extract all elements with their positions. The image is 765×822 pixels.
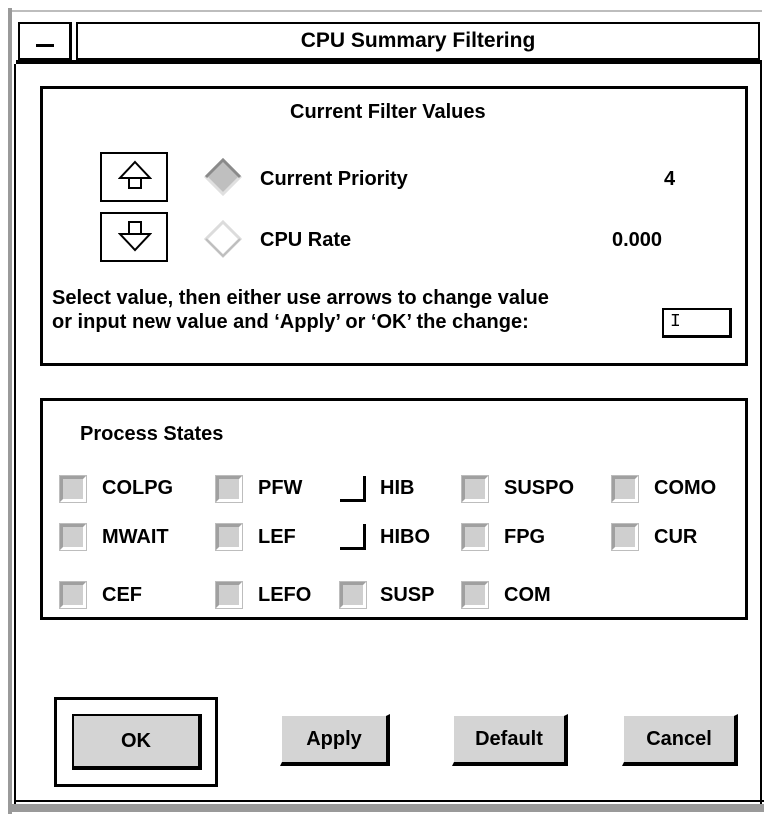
cpu-summary-filtering-dialog: CPU Summary Filtering Current Filter Val… <box>0 0 765 822</box>
checkbox-cur[interactable] <box>611 523 639 551</box>
current-priority-value: 4 <box>664 168 676 190</box>
arrow-up-icon <box>118 160 152 189</box>
default-button[interactable]: Default <box>452 714 568 766</box>
checkbox-label-colpg: COLPG <box>102 477 174 499</box>
checkbox-hibo[interactable] <box>340 524 366 550</box>
checkbox-label-hibo: HIBO <box>380 526 430 548</box>
current-priority-radio[interactable] <box>204 158 242 196</box>
window-title[interactable]: CPU Summary Filtering <box>76 22 760 60</box>
checkbox-label-mwait: MWAIT <box>102 526 169 548</box>
checkbox-fpg[interactable] <box>461 523 489 551</box>
checkbox-label-lefo: LEFO <box>258 584 312 606</box>
checkbox-lef[interactable] <box>215 523 243 551</box>
window-menu-button[interactable] <box>18 22 72 60</box>
checkbox-label-fpg: FPG <box>504 526 546 548</box>
checkbox-label-susp: SUSP <box>380 584 435 606</box>
window-menu-icon <box>36 44 54 47</box>
decrease-value-button[interactable] <box>100 212 168 262</box>
checkbox-suspo[interactable] <box>461 475 489 503</box>
window-frame-bottom <box>12 804 764 812</box>
checkbox-label-lef: LEF <box>258 526 296 548</box>
checkbox-label-hib: HIB <box>380 477 415 499</box>
increase-value-button[interactable] <box>100 152 168 202</box>
window-frame-right <box>760 24 762 804</box>
instructions-line-2: or input new value and ‘Apply’ or ‘OK’ t… <box>52 311 529 333</box>
checkbox-label-suspo: SUSPO <box>504 477 575 499</box>
title-divider <box>16 60 762 64</box>
cpu-rate-label: CPU Rate <box>260 229 352 251</box>
checkbox-label-cef: CEF <box>102 584 142 606</box>
window-title-text: CPU Summary Filtering <box>300 29 536 52</box>
cpu-rate-value: 0.000 <box>612 229 663 251</box>
checkbox-susp[interactable] <box>339 581 367 609</box>
cancel-button[interactable]: Cancel <box>622 714 738 766</box>
checkbox-como[interactable] <box>611 475 639 503</box>
cpu-rate-radio[interactable] <box>204 220 242 258</box>
arrow-down-icon <box>118 221 152 252</box>
checkbox-hib[interactable] <box>340 476 366 502</box>
checkbox-com[interactable] <box>461 581 489 609</box>
checkbox-cef[interactable] <box>59 581 87 609</box>
checkbox-mwait[interactable] <box>59 523 87 551</box>
checkbox-label-pfw: PFW <box>258 477 303 499</box>
checkbox-label-cur: CUR <box>654 526 698 548</box>
process-states-heading: Process States <box>80 423 224 445</box>
instructions-line-1: Select value, then either use arrows to … <box>52 287 549 309</box>
checkbox-pfw[interactable] <box>215 475 243 503</box>
checkbox-label-como: COMO <box>654 477 717 499</box>
window-frame-left-inner <box>14 64 16 804</box>
filter-values-heading: Current Filter Values <box>290 101 486 123</box>
ok-button[interactable]: OK <box>72 714 202 770</box>
new-value-input[interactable]: I <box>662 308 732 338</box>
checkbox-label-com: COM <box>504 584 551 606</box>
checkbox-colpg[interactable] <box>59 475 87 503</box>
window-frame-bottom-inner <box>16 800 764 802</box>
current-priority-label: Current Priority <box>260 168 408 190</box>
window-frame-left <box>8 8 12 814</box>
apply-button[interactable]: Apply <box>280 714 390 766</box>
checkbox-lefo[interactable] <box>215 581 243 609</box>
